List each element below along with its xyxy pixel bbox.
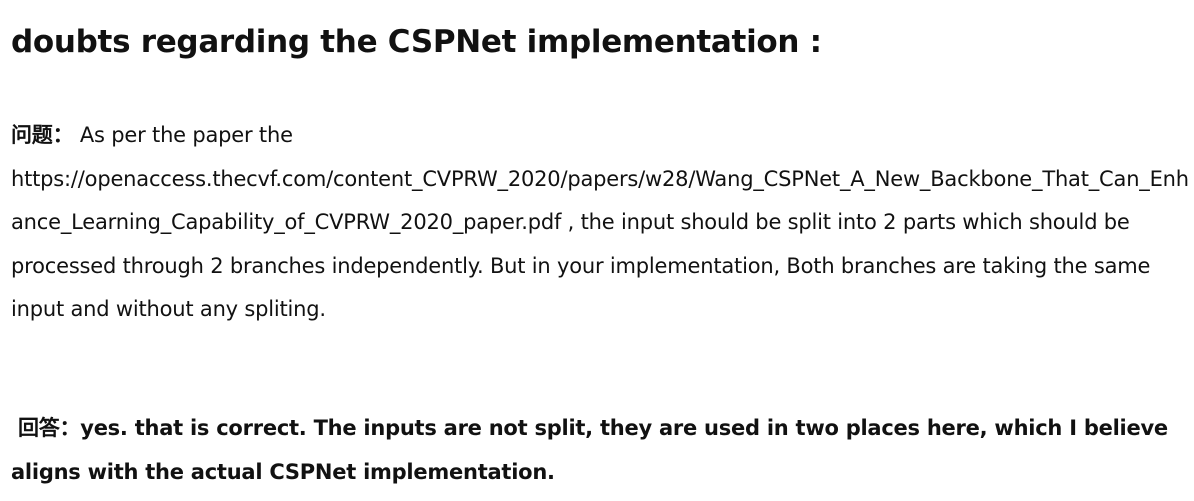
answer-label: 回答：: [18, 416, 81, 440]
question-intro-text: As per the paper the: [79, 123, 293, 147]
answer-text: yes. that is correct. The inputs are not…: [11, 416, 1168, 484]
question-paragraph: 问题： As per the paper the https://openacc…: [11, 114, 1191, 332]
page-title: doubts regarding the CSPNet implementati…: [11, 24, 822, 60]
question-label: 问题：: [11, 123, 74, 147]
answer-paragraph: 回答：yes. that is correct. The inputs are …: [11, 407, 1191, 494]
